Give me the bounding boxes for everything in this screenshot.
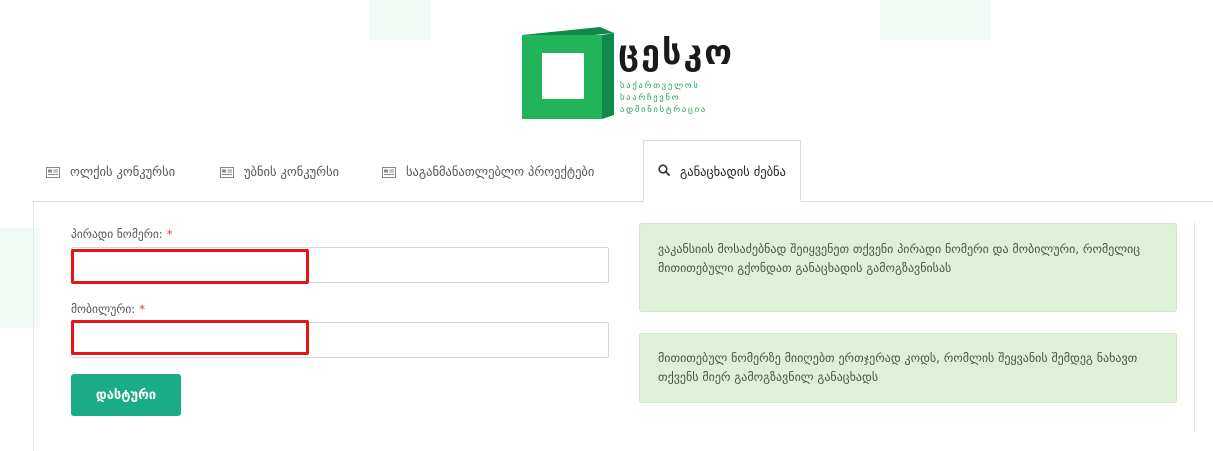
logo-subtitle-line-1: საქართველოს bbox=[620, 81, 700, 91]
tab-educational-projects[interactable]: საგანმანათლებლო პროექტები bbox=[382, 158, 594, 184]
search-icon bbox=[658, 163, 670, 179]
tab-bar: ოლქის კონკურსი უბნის კონკურსი საგანმანათ… bbox=[32, 140, 1213, 202]
tab-district-competition[interactable]: ოლქის კონკურსი bbox=[46, 158, 175, 184]
newspaper-icon bbox=[46, 166, 60, 178]
required-mark: * bbox=[139, 302, 145, 316]
logo-subtitle-line-2: საარჩევნო bbox=[620, 93, 681, 103]
newspaper-icon bbox=[382, 166, 396, 178]
personal-number-input[interactable] bbox=[71, 247, 609, 283]
info-message-search: ვაკანსიის მოსაძებნად შეიყვენეთ თქვენი პი… bbox=[639, 223, 1177, 312]
personal-number-label: პირადი ნომერი: * bbox=[71, 227, 173, 241]
watermark-logo-right bbox=[880, 0, 990, 40]
submit-button[interactable]: დასტური bbox=[71, 374, 181, 416]
tab-label: განაცხადის ძებნა bbox=[680, 163, 786, 179]
cesko-logo[interactable]: ცესკო საქართველოს საარჩევნო ადმინისტრაცი… bbox=[522, 27, 742, 121]
logo-subtitle-line-3: ადმინისტრაცია bbox=[620, 105, 708, 115]
logo-title: ცესკო bbox=[618, 33, 734, 73]
tab-precinct-competition[interactable]: უბნის კონკურსი bbox=[220, 158, 339, 184]
tab-label: საგანმანათლებლო პროექტები bbox=[406, 163, 595, 179]
tab-application-search[interactable]: განაცხადის ძებნა bbox=[643, 140, 801, 202]
logo-mark-icon bbox=[522, 27, 614, 119]
mobile-input[interactable] bbox=[71, 322, 609, 358]
mobile-label: მობილური: * bbox=[71, 302, 145, 316]
info-message-code: მითითებულ ნომერზე მიიღებთ ერთჯერად კოდს,… bbox=[639, 333, 1177, 403]
watermark-logo-left bbox=[370, 0, 430, 40]
newspaper-icon bbox=[220, 166, 234, 178]
tab-label: ოლქის კონკურსი bbox=[70, 163, 176, 179]
required-mark: * bbox=[166, 227, 173, 241]
panel-divider bbox=[1194, 222, 1195, 432]
tab-label: უბნის კონკურსი bbox=[244, 163, 340, 179]
